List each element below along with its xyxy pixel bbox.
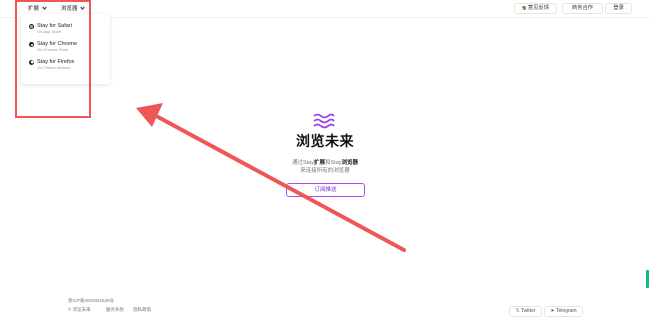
login-button[interactable]: 登录 xyxy=(605,3,632,14)
feedback-button[interactable]: 意见反馈 xyxy=(514,3,557,14)
telegram-label: Telegram xyxy=(555,308,577,314)
annotation-highlight-box xyxy=(15,0,91,118)
footer-privacy-policy-link[interactable]: 隐私政策 xyxy=(133,307,151,312)
subscribe-button[interactable]: 订阅推送 xyxy=(286,183,365,197)
hero-title: 浏览未来 xyxy=(296,133,354,149)
feedback-label: 意见反馈 xyxy=(527,5,550,11)
stay-logo-icon xyxy=(313,113,335,129)
footer-service-terms-link[interactable]: 服务条款 xyxy=(106,307,124,312)
hero-description-line2: 来连接所有的浏览器 xyxy=(300,168,350,174)
telegram-icon: ➤ xyxy=(550,308,555,314)
twitter-link[interactable]: 𝕏 Twitter xyxy=(509,306,542,317)
side-feedback-tab[interactable] xyxy=(646,270,649,288)
twitter-label: Twitter xyxy=(520,308,536,314)
business-cooperation-button[interactable]: 商务合作 xyxy=(562,3,603,14)
telegram-link[interactable]: ➤ Telegram xyxy=(544,306,583,317)
footer-links: © 浏览未来 服务条款 隐私政策 xyxy=(68,307,151,313)
business-cooperation-label: 商务合作 xyxy=(571,5,594,11)
footer-copyright: © 浏览未来 xyxy=(68,307,91,312)
login-label: 登录 xyxy=(613,5,624,11)
hero-description-line1: 通过Stay扩展和Stay浏览器 xyxy=(0,158,650,166)
feedback-icon xyxy=(521,5,526,10)
twitter-icon: 𝕏 xyxy=(515,308,520,314)
footer-icp[interactable]: 浙ICP备2023051635号 xyxy=(68,298,114,304)
